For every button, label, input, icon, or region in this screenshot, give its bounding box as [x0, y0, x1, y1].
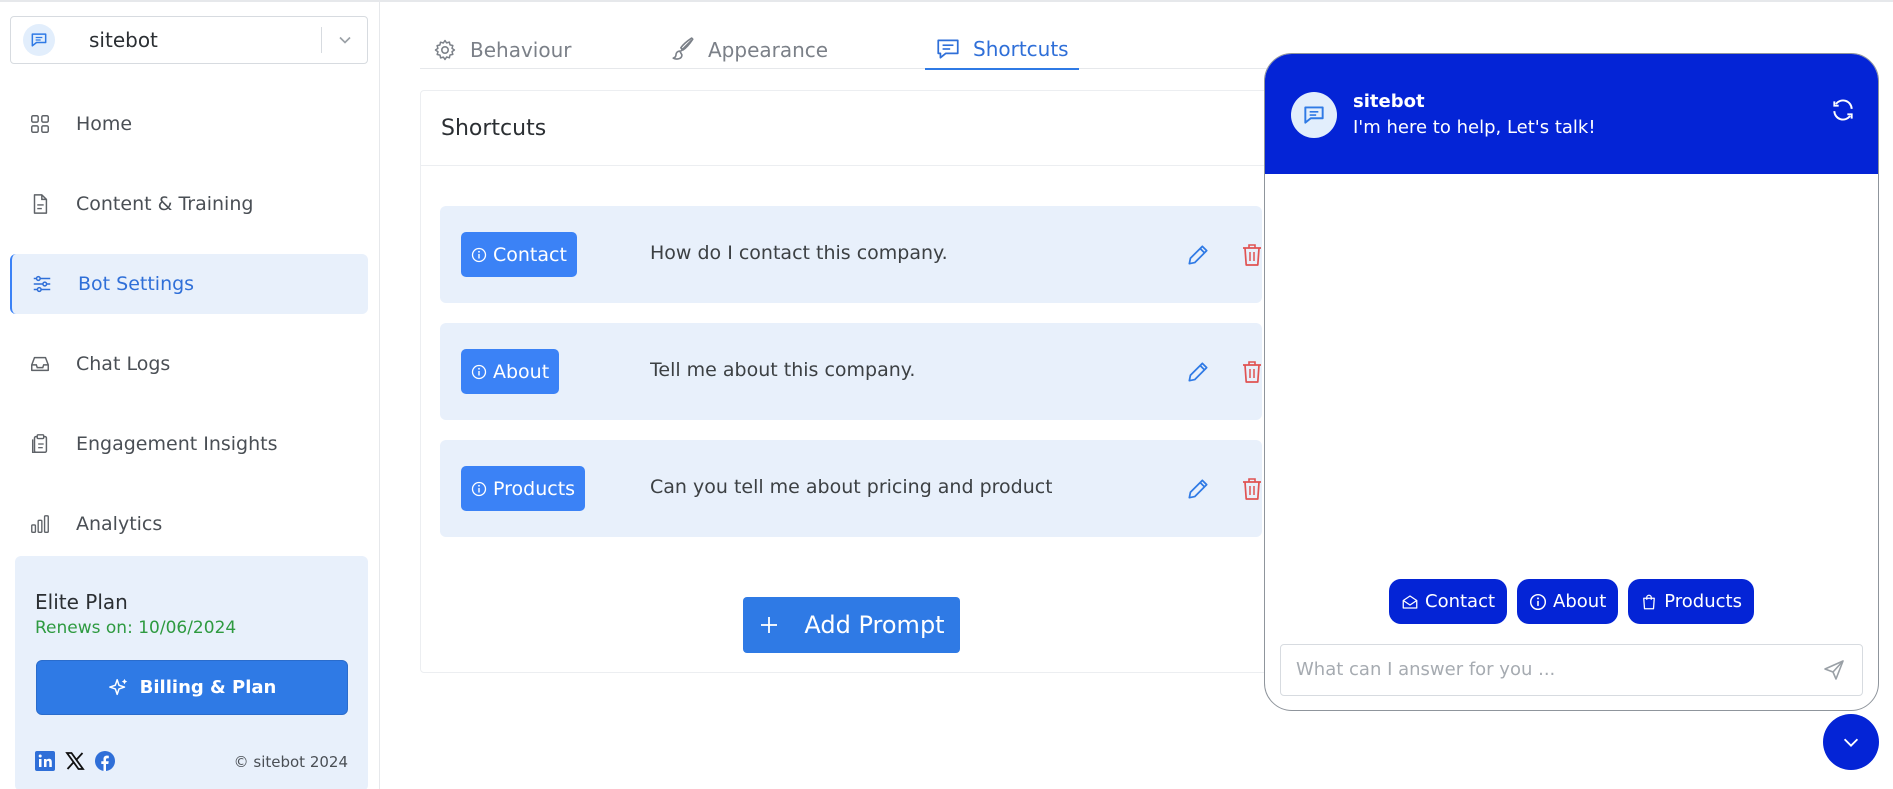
shortcut-prompt: Can you tell me about pricing and produc… — [650, 476, 1052, 498]
add-prompt-button[interactable]: Add Prompt — [743, 597, 960, 653]
trash-icon[interactable] — [1240, 476, 1264, 502]
facebook-icon[interactable] — [95, 751, 115, 771]
sidebar-item-chat-logs[interactable]: Chat Logs — [10, 334, 368, 394]
linkedin-icon[interactable] — [35, 751, 55, 771]
quick-reply-label: Products — [1664, 591, 1742, 612]
refresh-icon[interactable] — [1830, 97, 1856, 123]
chat-subtitle: I'm here to help, Let's talk! — [1353, 117, 1596, 138]
sidebar-item-engagement-insights[interactable]: Engagement Insights — [10, 414, 368, 474]
tab-behaviour[interactable]: Behaviour — [432, 30, 571, 69]
edit-pencil-icon[interactable] — [1185, 242, 1211, 268]
chevron-down-icon — [1843, 738, 1859, 747]
shortcut-chip-label: Contact — [493, 243, 567, 266]
chat-message-input[interactable]: What can I answer for you ... — [1280, 644, 1863, 696]
shortcut-chip-label: Products — [493, 477, 576, 500]
clipboard-icon — [31, 434, 48, 453]
billing-plan-button[interactable]: Billing & Plan — [36, 660, 348, 715]
quick-replies: Contact About Products — [1265, 579, 1878, 624]
tab-label: Shortcuts — [973, 37, 1069, 61]
chat-icon — [937, 39, 959, 59]
sidebar-nav: Home Content & Training Bot Settings Cha… — [10, 94, 368, 574]
chat-toggle-button[interactable] — [1823, 714, 1879, 770]
sidebar: sitebot Home Content & Training Bot Sett… — [0, 2, 380, 789]
sidebar-item-label: Home — [76, 113, 133, 135]
chat-bubble-icon — [1304, 106, 1324, 124]
chat-bubble-icon — [31, 33, 47, 47]
shortcut-prompt: Tell me about this company. — [650, 359, 916, 381]
shortcut-chip[interactable]: About — [461, 349, 560, 394]
shortcut-row: About Tell me about this company. — [440, 323, 1262, 420]
sidebar-item-bot-settings[interactable]: Bot Settings — [10, 254, 368, 314]
selector-divider — [321, 27, 322, 53]
tab-appearance[interactable]: Appearance — [670, 30, 828, 69]
sidebar-item-content-training[interactable]: Content & Training — [10, 174, 368, 234]
plan-renewal-date: Renews on: 10/06/2024 — [35, 618, 237, 638]
inbox-icon — [31, 356, 49, 372]
chat-bot-name: sitebot — [1353, 91, 1425, 112]
sliders-icon — [33, 275, 51, 293]
settings-tabs: Behaviour Appearance Shortcuts — [420, 30, 1270, 70]
add-prompt-label: Add Prompt — [804, 611, 945, 639]
copyright: © sitebot 2024 — [233, 753, 348, 771]
edit-pencil-icon[interactable] — [1185, 359, 1211, 385]
bar-chart-icon — [31, 515, 49, 533]
shortcut-prompt: How do I contact this company. — [650, 242, 948, 264]
shortcut-list: Contact How do I contact this company. A… — [440, 206, 1262, 557]
info-icon — [471, 247, 487, 262]
bot-selector[interactable]: sitebot — [10, 16, 368, 64]
trash-icon[interactable] — [1240, 359, 1264, 385]
plan-card: Elite Plan Renews on: 10/06/2024 Billing… — [15, 556, 368, 789]
quick-reply-label: Contact — [1425, 591, 1496, 612]
quick-reply-about[interactable]: About — [1517, 579, 1619, 624]
sidebar-item-home[interactable]: Home — [10, 94, 368, 154]
sidebar-item-label: Engagement Insights — [76, 433, 278, 455]
grid-icon — [31, 115, 49, 133]
plus-icon — [761, 617, 778, 633]
edit-pencil-icon[interactable] — [1185, 476, 1211, 502]
chat-input-placeholder: What can I answer for you ... — [1296, 659, 1556, 680]
shortcut-row: Contact How do I contact this company. — [440, 206, 1262, 303]
tab-label: Appearance — [708, 37, 829, 62]
sparkles-icon — [108, 678, 127, 695]
quick-reply-products[interactable]: Products — [1628, 579, 1754, 624]
tab-shortcuts[interactable]: Shortcuts — [925, 30, 1079, 70]
panel-title: Shortcuts — [421, 91, 1269, 166]
sidebar-item-label: Chat Logs — [76, 353, 171, 375]
chat-avatar — [1291, 92, 1337, 138]
send-icon[interactable] — [1822, 658, 1846, 682]
sidebar-item-label: Bot Settings — [78, 273, 195, 295]
social-links — [35, 751, 115, 771]
info-icon — [471, 481, 487, 496]
sidebar-item-label: Analytics — [76, 513, 163, 535]
trash-icon[interactable] — [1240, 242, 1264, 268]
info-icon — [1529, 593, 1547, 610]
quick-reply-contact[interactable]: Contact — [1389, 579, 1508, 624]
x-twitter-icon[interactable] — [65, 751, 85, 771]
bot-avatar — [23, 24, 55, 56]
shortcut-row: Products Can you tell me about pricing a… — [440, 440, 1262, 537]
shortcut-chip[interactable]: Products — [461, 466, 586, 511]
quick-reply-label: About — [1553, 591, 1607, 612]
info-icon — [471, 364, 487, 379]
sidebar-item-analytics[interactable]: Analytics — [10, 494, 368, 554]
billing-plan-label: Billing & Plan — [139, 677, 277, 698]
shopping-bag-icon — [1643, 594, 1656, 609]
bot-name: sitebot — [89, 28, 158, 52]
document-icon — [33, 194, 48, 214]
brush-icon — [672, 36, 694, 60]
mail-open-icon — [1402, 594, 1418, 609]
sidebar-item-label: Content & Training — [76, 193, 254, 215]
tab-label: Behaviour — [470, 37, 572, 62]
chat-widget-preview: sitebot I'm here to help, Let's talk! Co… — [1264, 53, 1879, 711]
plan-title: Elite Plan — [35, 590, 128, 614]
gear-icon — [434, 39, 456, 60]
chevron-down-icon[interactable] — [335, 30, 355, 50]
shortcut-chip[interactable]: Contact — [461, 232, 577, 277]
chat-header: sitebot I'm here to help, Let's talk! — [1265, 54, 1878, 174]
shortcut-chip-label: About — [493, 360, 550, 383]
